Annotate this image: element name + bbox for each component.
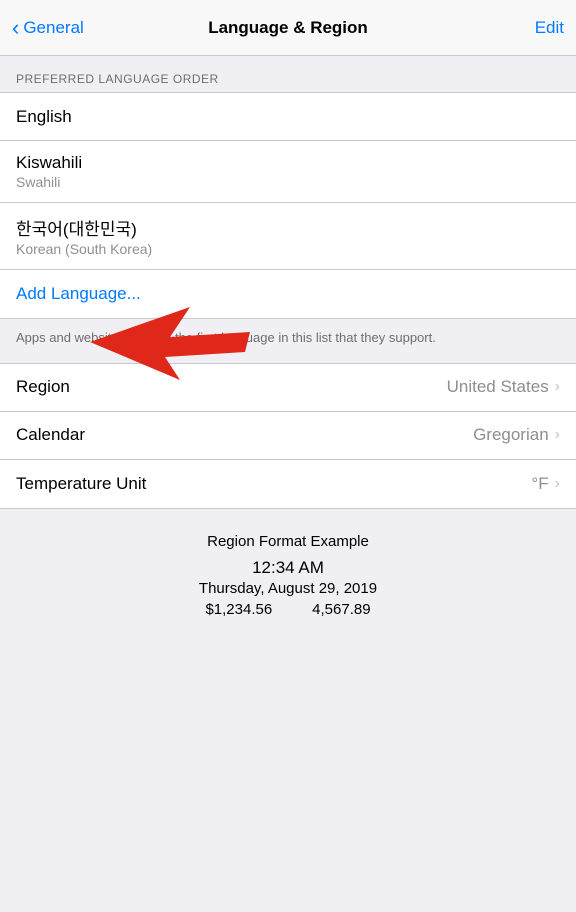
language-info-text: Apps and websites will use the first lan… [0, 319, 576, 362]
preferred-language-header: PREFERRED LANGUAGE ORDER [0, 56, 576, 92]
format-time: 12:34 AM [16, 558, 560, 578]
annotation-arrow-wrapper [0, 362, 576, 363]
back-chevron-icon: ‹ [12, 17, 19, 39]
back-label: General [23, 18, 83, 38]
edit-button[interactable]: Edit [535, 18, 564, 38]
language-name-korean: 한국어(대한민국) [16, 215, 560, 240]
region-label: Region [16, 377, 70, 397]
language-item-kiswahili[interactable]: Kiswahili Swahili [0, 141, 576, 203]
format-currency: $1,234.56 [205, 601, 272, 618]
language-sub-kiswahili: Swahili [16, 174, 560, 190]
language-name-kiswahili: Kiswahili [16, 153, 560, 173]
language-item-korean[interactable]: 한국어(대한민국) Korean (South Korea) [0, 203, 576, 270]
calendar-label: Calendar [16, 425, 85, 445]
add-language-button[interactable]: Add Language... [0, 270, 576, 318]
format-date: Thursday, August 29, 2019 [16, 580, 560, 597]
temperature-item[interactable]: Temperature Unit °F › [0, 460, 576, 508]
temperature-label: Temperature Unit [16, 474, 146, 494]
language-name-english: English [16, 107, 560, 127]
temperature-chevron-icon: › [555, 475, 560, 493]
region-item[interactable]: Region United States › [0, 364, 576, 412]
back-button[interactable]: ‹ General [12, 17, 84, 39]
format-number: 4,567.89 [312, 601, 370, 618]
region-chevron-icon: › [555, 378, 560, 396]
language-list: English Kiswahili Swahili 한국어(대한민국) Kore… [0, 92, 576, 319]
language-item-english[interactable]: English [0, 93, 576, 141]
navigation-bar: ‹ General Language & Region Edit [0, 0, 576, 56]
temperature-value-group: °F › [531, 474, 560, 494]
page-title: Language & Region [208, 18, 368, 38]
region-format-example: Region Format Example 12:34 AM Thursday,… [0, 509, 576, 634]
format-example-title: Region Format Example [16, 533, 560, 550]
format-numbers-row: $1,234.56 4,567.89 [16, 601, 560, 618]
language-sub-korean: Korean (South Korea) [16, 241, 560, 257]
calendar-item[interactable]: Calendar Gregorian › [0, 412, 576, 460]
calendar-chevron-icon: › [555, 426, 560, 444]
temperature-value: °F [531, 474, 548, 494]
calendar-value-group: Gregorian › [473, 425, 560, 445]
region-value: United States [447, 377, 549, 397]
calendar-value: Gregorian [473, 425, 549, 445]
region-value-group: United States › [447, 377, 560, 397]
settings-list: Region United States › Calendar Gregoria… [0, 363, 576, 509]
